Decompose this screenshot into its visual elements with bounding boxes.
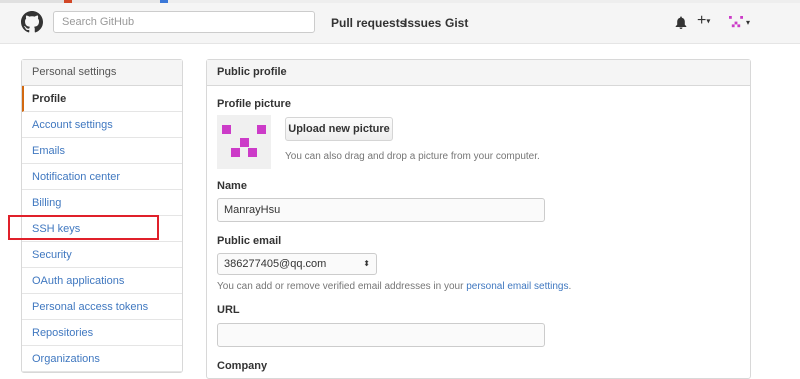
sidebar-item-billing[interactable]: Billing	[22, 190, 182, 216]
email-hint: You can add or remove verified email add…	[217, 281, 571, 292]
public-email-select[interactable]: 386277405@qq.com ⬍	[217, 253, 377, 275]
chevron-down-icon: ▾	[706, 16, 711, 26]
identicon-icon	[222, 125, 266, 157]
plus-glyph: +	[697, 12, 707, 29]
sidebar-item-personal-access-tokens[interactable]: Personal access tokens	[22, 294, 182, 320]
name-label: Name	[217, 180, 247, 192]
sidebar-item-security[interactable]: Security	[22, 242, 182, 268]
site-header: Pull requests Issues Gist +▾ ▾	[0, 3, 800, 44]
name-field[interactable]	[217, 198, 545, 222]
plus-icon[interactable]: +▾	[697, 12, 710, 30]
sidebar-item-profile[interactable]: Profile	[22, 86, 182, 112]
profile-picture-label: Profile picture	[217, 98, 291, 110]
github-logo-icon[interactable]	[21, 11, 43, 33]
public-profile-panel: Public profile Profile picture Upload ne…	[206, 59, 751, 379]
sidebar-item-account-settings[interactable]: Account settings	[22, 112, 182, 138]
upload-picture-button[interactable]: Upload new picture	[285, 117, 393, 141]
avatar-chevron-down-icon[interactable]: ▾	[746, 18, 750, 27]
public-email-value: 386277405@qq.com	[224, 258, 327, 270]
sidebar-item-oauth-applications[interactable]: OAuth applications	[22, 268, 182, 294]
profile-avatar	[217, 115, 271, 169]
panel-heading: Public profile	[207, 60, 750, 86]
public-email-label: Public email	[217, 235, 282, 247]
sidebar-item-repositories[interactable]: Repositories	[22, 320, 182, 346]
ssh-keys-highlight-annotation	[8, 215, 159, 240]
upload-hint: You can also drag and drop a picture fro…	[285, 151, 540, 162]
search-input[interactable]	[53, 11, 315, 33]
url-label: URL	[217, 304, 240, 316]
email-hint-period: .	[568, 281, 572, 292]
nav-pull-requests[interactable]: Pull requests	[331, 16, 406, 30]
avatar-icon[interactable]	[729, 16, 743, 30]
sidebar-item-notification-center[interactable]: Notification center	[22, 164, 182, 190]
sidebar-item-organizations[interactable]: Organizations	[22, 346, 182, 372]
nav-issues[interactable]: Issues	[404, 16, 441, 30]
personal-email-settings-link[interactable]: personal email settings	[466, 281, 568, 292]
company-label: Company	[217, 360, 268, 372]
select-arrows-icon: ⬍	[363, 259, 370, 268]
url-field[interactable]	[217, 323, 545, 347]
bell-icon[interactable]	[675, 16, 687, 29]
sidebar-heading: Personal settings	[22, 60, 182, 86]
nav-gist[interactable]: Gist	[445, 16, 468, 30]
sidebar-item-emails[interactable]: Emails	[22, 138, 182, 164]
email-hint-text: You can add or remove verified email add…	[217, 281, 467, 292]
